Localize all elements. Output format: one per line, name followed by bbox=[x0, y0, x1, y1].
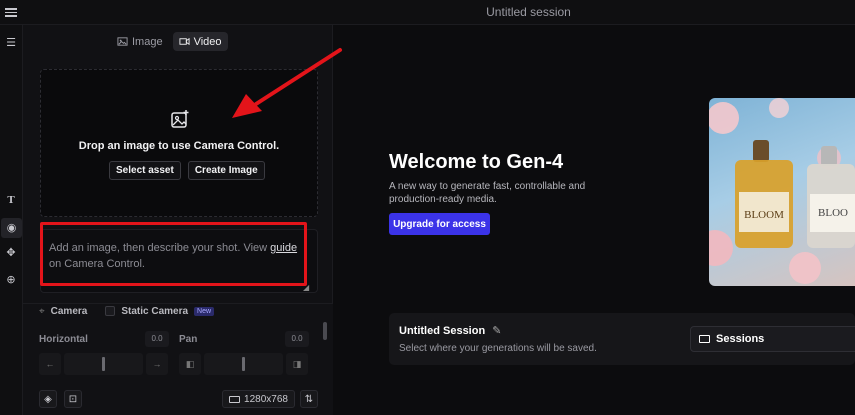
folder-icon bbox=[699, 335, 710, 343]
scrollbar[interactable] bbox=[323, 322, 327, 340]
select-asset-button[interactable]: Select asset bbox=[109, 161, 181, 180]
camera-tool-icon[interactable]: ◉ bbox=[1, 218, 22, 238]
horizontal-left-button[interactable]: ← bbox=[39, 353, 61, 375]
tool-rail: ☰ T ◉ ✥ ⊕ bbox=[0, 25, 23, 415]
pan-left-button[interactable]: ◧ bbox=[179, 353, 201, 375]
add-image-icon bbox=[171, 110, 189, 128]
horizontal-label: Horizontal bbox=[39, 334, 88, 345]
camera-label: Camera bbox=[50, 305, 88, 317]
resolution-button[interactable]: 1280x768 bbox=[222, 390, 295, 408]
welcome-subtitle: A new way to generate fast, controllable… bbox=[389, 181, 586, 205]
pan-slider[interactable] bbox=[204, 353, 283, 375]
mode-tabs: Image Video bbox=[111, 32, 228, 51]
dropzone-text: Drop an image to use Camera Control. bbox=[78, 140, 280, 152]
pan-slider-thumb[interactable] bbox=[242, 357, 245, 371]
swap-icon[interactable]: ⇅ bbox=[300, 390, 318, 408]
welcome-heading: Welcome to Gen-4 bbox=[389, 151, 564, 173]
text-tool-icon[interactable]: T bbox=[4, 193, 18, 207]
tab-video-label: Video bbox=[193, 35, 222, 48]
horizontal-slider-thumb[interactable] bbox=[102, 357, 105, 371]
horizontal-value[interactable]: 0.0 bbox=[145, 331, 169, 347]
pan-value[interactable]: 0.0 bbox=[285, 331, 309, 347]
static-camera-label: Static Camera bbox=[121, 305, 189, 317]
highlight-box bbox=[40, 222, 307, 286]
globe-icon[interactable]: ⊕ bbox=[4, 273, 18, 287]
hero-label-1: BLOOM bbox=[744, 209, 784, 221]
video-icon bbox=[179, 37, 190, 46]
static-camera-checkbox[interactable] bbox=[105, 306, 116, 316]
resolution-label: 1280x768 bbox=[244, 393, 288, 405]
pan-label: Pan bbox=[179, 334, 198, 345]
camera-icon: ⌖ bbox=[39, 305, 45, 317]
motion-tool-icon[interactable]: ✥ bbox=[4, 246, 18, 260]
sessions-button[interactable]: Sessions bbox=[690, 326, 855, 352]
focus-icon[interactable]: ⊡ bbox=[64, 390, 82, 408]
horizontal-right-button[interactable]: → bbox=[146, 353, 168, 375]
aspect-ratio-icon bbox=[229, 395, 241, 403]
image-dropzone[interactable]: Drop an image to use Camera Control. Sel… bbox=[40, 69, 318, 217]
tab-video[interactable]: Video bbox=[172, 32, 228, 51]
create-image-button[interactable]: Create Image bbox=[187, 161, 265, 180]
image-icon bbox=[117, 37, 128, 46]
tab-image[interactable]: Image bbox=[111, 32, 169, 51]
session-card: Untitled Session ✎ Select where your gen… bbox=[389, 313, 855, 365]
upgrade-button[interactable]: Upgrade for access bbox=[389, 213, 490, 235]
perfume-illustration: BLOOM BLOO bbox=[709, 98, 855, 284]
session-card-title: Untitled Session ✎ bbox=[399, 324, 501, 337]
layers-icon[interactable]: ◈ bbox=[39, 390, 57, 408]
hero-label-2: BLOO bbox=[818, 207, 848, 219]
sessions-label: Sessions bbox=[716, 333, 765, 345]
pencil-icon[interactable]: ✎ bbox=[492, 325, 501, 337]
session-card-subtitle: Select where your generations will be sa… bbox=[399, 343, 597, 354]
top-bar: Untitled session bbox=[0, 0, 855, 25]
list-icon[interactable]: ☰ bbox=[4, 36, 18, 50]
horizontal-slider[interactable] bbox=[64, 353, 143, 375]
hero-image: BLOOM BLOO bbox=[709, 98, 855, 286]
session-card-title-text: Untitled Session bbox=[399, 325, 486, 337]
session-title: Untitled session bbox=[486, 5, 571, 19]
camera-controls: ⌖ Camera Static Camera New Horizontal 0.… bbox=[23, 303, 333, 415]
new-badge: New bbox=[194, 306, 215, 316]
tab-image-label: Image bbox=[132, 35, 163, 48]
pan-right-button[interactable]: ◨ bbox=[286, 353, 308, 375]
